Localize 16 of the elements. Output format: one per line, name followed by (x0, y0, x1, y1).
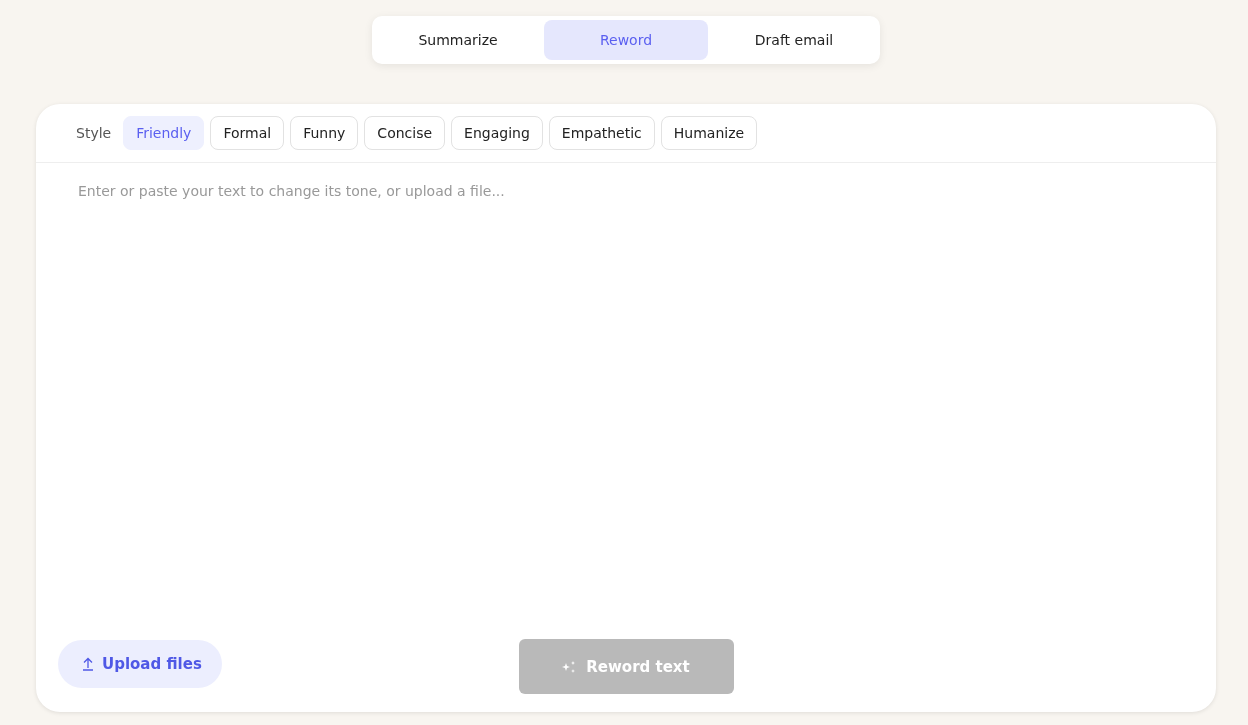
sparkle-icon (562, 660, 577, 673)
style-chip[interactable]: Funny (290, 116, 359, 150)
upload-files-button[interactable]: Upload files (58, 639, 222, 688)
mode-tab[interactable]: Draft email (712, 20, 876, 60)
style-label: Style (76, 125, 112, 141)
text-input-field[interactable]: Enter or paste your text to change its tone, or upload a file... (36, 163, 1216, 633)
style-chip[interactable]: Friendly (123, 116, 205, 150)
upload-icon (82, 656, 94, 671)
mode-tab[interactable]: Reword (544, 20, 708, 60)
style-chip[interactable]: Humanize (660, 116, 758, 150)
text-input[interactable]: Enter or paste your text to change its tone, or upload a file... (78, 183, 1174, 613)
style-chip[interactable]: Concise (364, 116, 446, 150)
style-chip[interactable]: Empathetic (548, 116, 655, 150)
style-chip[interactable]: Engaging (451, 116, 543, 150)
mode-tab[interactable]: Summarize (376, 20, 540, 60)
style-chip[interactable]: Formal (210, 116, 285, 150)
